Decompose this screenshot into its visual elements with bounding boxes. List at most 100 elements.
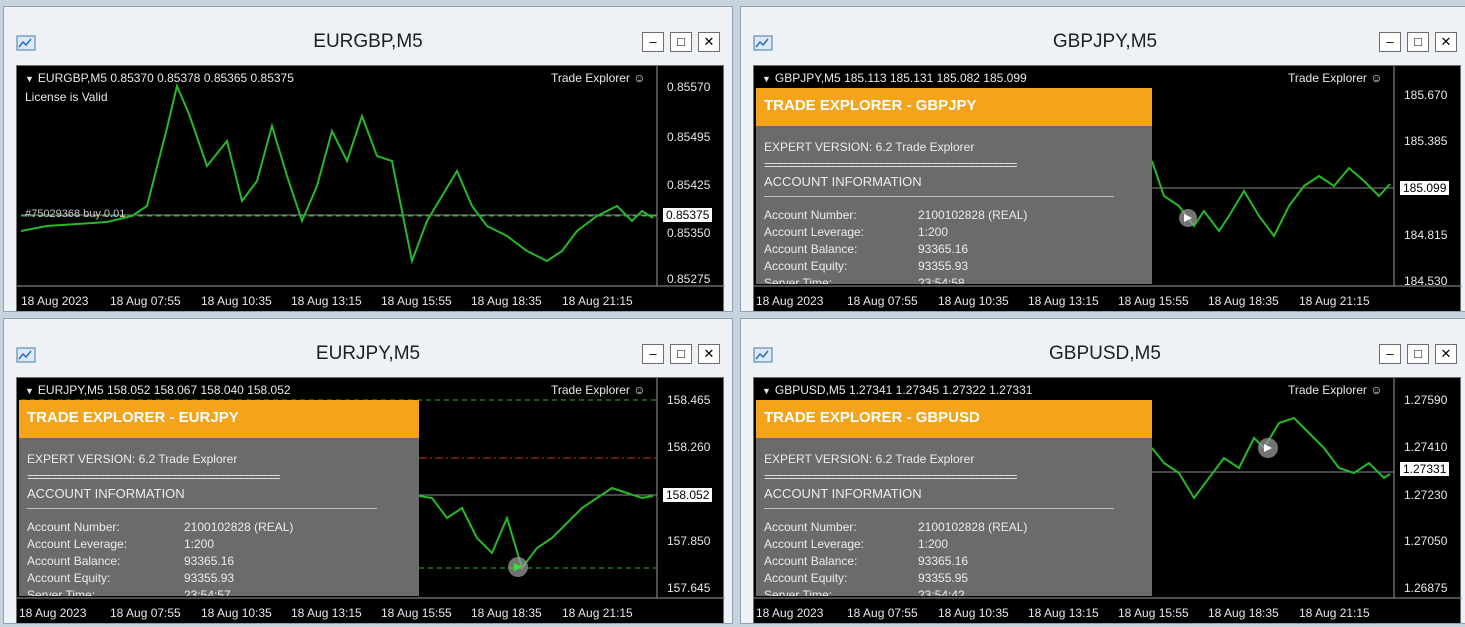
window-titlebar[interactable]: GBPJPY,M5 – □ ✕ (741, 7, 1465, 57)
section-divider (764, 196, 1114, 197)
price-label: 1.27410 (1404, 440, 1448, 454)
account-balance-label: Account Balance: (27, 554, 121, 568)
close-button[interactable]: ✕ (1435, 344, 1457, 364)
symbol-quote: EURJPY,M5 158.052 158.067 158.040 158.05… (37, 383, 291, 397)
price-chart[interactable]: ▼ EURGBP,M5 0.85370 0.85378 0.85365 0.853… (16, 65, 725, 311)
price-chart[interactable]: ▼ GBPUSD,M5 1.27341 1.27345 1.27322 1.273… (753, 377, 1462, 623)
window-title: EURGBP,M5 (313, 31, 423, 52)
trade-explorer-label: Trade Explorer ☺ (1288, 71, 1383, 85)
time-label: 18 Aug 18:35 (1208, 606, 1279, 620)
close-button[interactable]: ✕ (698, 344, 720, 364)
maximize-button[interactable]: □ (670, 32, 692, 52)
time-label: 18 Aug 10:35 (201, 606, 272, 620)
trade-line-label: #75029368 buy 0.01 (25, 208, 126, 220)
account-leverage-label: Account Leverage: (27, 537, 128, 551)
time-label: 18 Aug 13:15 (291, 294, 362, 308)
account-number-label: Account Number: (764, 208, 857, 222)
account-leverage-value: 1:200 (184, 537, 215, 551)
trade-explorer-label: Trade Explorer ☺ (551, 71, 646, 85)
current-price-tag: 158.052 (663, 488, 713, 502)
price-label: 157.645 (667, 581, 711, 595)
server-time-label: Server Time: (27, 588, 96, 596)
time-label: 18 Aug 13:15 (1028, 294, 1099, 308)
chart-window-eurgbp[interactable]: EURGBP,M5 – □ ✕ ▼ EURGBP,M5 0.85370 0.853… (3, 6, 733, 312)
minimize-button[interactable]: – (642, 344, 664, 364)
account-number-label: Account Number: (764, 520, 857, 534)
price-series (418, 486, 654, 571)
section-heading: ACCOUNT INFORMATION (27, 486, 185, 501)
price-chart[interactable]: ▼ EURJPY,M5 158.052 158.067 158.040 158.0… (16, 377, 725, 623)
trade-explorer-panel: TRADE EXPLORER - EURJPY EXPERT VERSION: … (19, 400, 419, 596)
time-label: 18 Aug 2023 (19, 606, 87, 620)
account-number-label: Account Number: (27, 520, 120, 534)
time-label: 18 Aug 07:55 (847, 606, 918, 620)
maximize-button[interactable]: □ (670, 344, 692, 364)
time-label: 18 Aug 15:55 (381, 606, 452, 620)
window-title: EURJPY,M5 (315, 343, 421, 364)
account-leverage-label: Account Leverage: (764, 225, 865, 239)
time-label: 18 Aug 13:15 (291, 606, 362, 620)
time-label: 18 Aug 10:35 (938, 294, 1009, 308)
time-label: 18 Aug 18:35 (471, 294, 542, 308)
chart-window-gbpjpy[interactable]: GBPJPY,M5 – □ ✕ ▼ GBPJPY,M5 185.113 185.1… (740, 6, 1465, 312)
minimize-button[interactable]: – (642, 32, 664, 52)
time-label: 18 Aug 2023 (756, 294, 824, 308)
server-time-label: Server Time: (764, 588, 833, 596)
time-label: 18 Aug 07:55 (110, 606, 181, 620)
account-equity-value: 93355.95 (918, 571, 969, 585)
minimize-button[interactable]: – (1379, 344, 1401, 364)
chart-header: ▼ GBPUSD,M5 1.27341 1.27345 1.27322 1.273… (762, 383, 1032, 397)
window-titlebar[interactable]: GBPUSD,M5 – □ ✕ (741, 319, 1465, 369)
price-label: 1.26875 (1404, 581, 1448, 595)
minimize-button[interactable]: – (1379, 32, 1401, 52)
maximize-button[interactable]: □ (1407, 344, 1429, 364)
price-label: 185.385 (1404, 134, 1448, 148)
price-label: 1.27590 (1404, 393, 1448, 407)
price-chart[interactable]: ▼ GBPJPY,M5 185.113 185.131 185.082 185.0… (753, 65, 1462, 311)
account-equity-label: Account Equity: (764, 571, 848, 585)
close-button[interactable]: ✕ (698, 32, 720, 52)
window-title: GBPJPY,M5 (1052, 31, 1158, 52)
dropdown-triangle-icon: ▼ (762, 386, 771, 396)
account-number-value: 2100102828 (REAL) (184, 520, 294, 534)
maximize-button[interactable]: □ (1407, 32, 1429, 52)
close-button[interactable]: ✕ (1435, 32, 1457, 52)
trade-explorer-panel: TRADE EXPLORER - GBPUSD EXPERT VERSION: … (756, 400, 1152, 596)
price-label: 1.27050 (1404, 534, 1448, 548)
section-divider (27, 508, 377, 509)
symbol-quote: GBPUSD,M5 1.27341 1.27345 1.27322 1.2733… (774, 383, 1033, 397)
trade-explorer-label: Trade Explorer ☺ (551, 383, 646, 397)
trade-explorer-label: Trade Explorer ☺ (1288, 383, 1383, 397)
time-label: 18 Aug 13:15 (1028, 606, 1099, 620)
price-label: 0.85570 (667, 80, 711, 94)
account-number-value: 2100102828 (REAL) (918, 520, 1028, 534)
price-label: 0.85425 (667, 178, 711, 192)
smiley-icon: ☺ (1370, 71, 1383, 85)
account-balance-value: 93365.16 (184, 554, 235, 568)
chart-window-eurjpy[interactable]: EURJPY,M5 – □ ✕ ▼ EURJPY,M5 158.052 158.0… (3, 318, 733, 624)
time-label: 18 Aug 21:15 (1299, 294, 1370, 308)
chart-header: ▼ EURGBP,M5 0.85370 0.85378 0.85365 0.853… (25, 71, 294, 85)
account-equity-label: Account Equity: (27, 571, 111, 585)
current-price-tag: 185.099 (1400, 181, 1450, 195)
price-label: 158.260 (667, 440, 711, 454)
account-balance-value: 93365.16 (918, 554, 969, 568)
window-titlebar[interactable]: EURJPY,M5 – □ ✕ (4, 319, 732, 369)
time-label: 18 Aug 15:55 (1118, 606, 1189, 620)
chart-window-gbpusd[interactable]: GBPUSD,M5 – □ ✕ ▼ GBPUSD,M5 1.27341 1.273… (740, 318, 1465, 624)
time-label: 18 Aug 10:35 (938, 606, 1009, 620)
panel-title: TRADE EXPLORER - EURJPY (27, 409, 239, 426)
account-balance-label: Account Balance: (764, 242, 858, 256)
smiley-icon: ☺ (1370, 383, 1383, 397)
price-label: 0.85275 (667, 272, 711, 286)
account-equity-label: Account Equity: (764, 259, 848, 273)
time-label: 18 Aug 10:35 (201, 294, 272, 308)
account-leverage-value: 1:200 (918, 225, 949, 239)
server-time-value: 23:54:58 (918, 276, 965, 284)
time-label: 18 Aug 15:55 (381, 294, 452, 308)
time-label: 18 Aug 21:15 (562, 606, 633, 620)
trade-explorer-panel: TRADE EXPLORER - GBPJPY EXPERT VERSION: … (756, 88, 1152, 284)
panel-header: TRADE EXPLORER - GBPJPY (756, 88, 1152, 126)
window-titlebar[interactable]: EURGBP,M5 – □ ✕ (4, 7, 732, 57)
time-label: 18 Aug 2023 (21, 294, 89, 308)
